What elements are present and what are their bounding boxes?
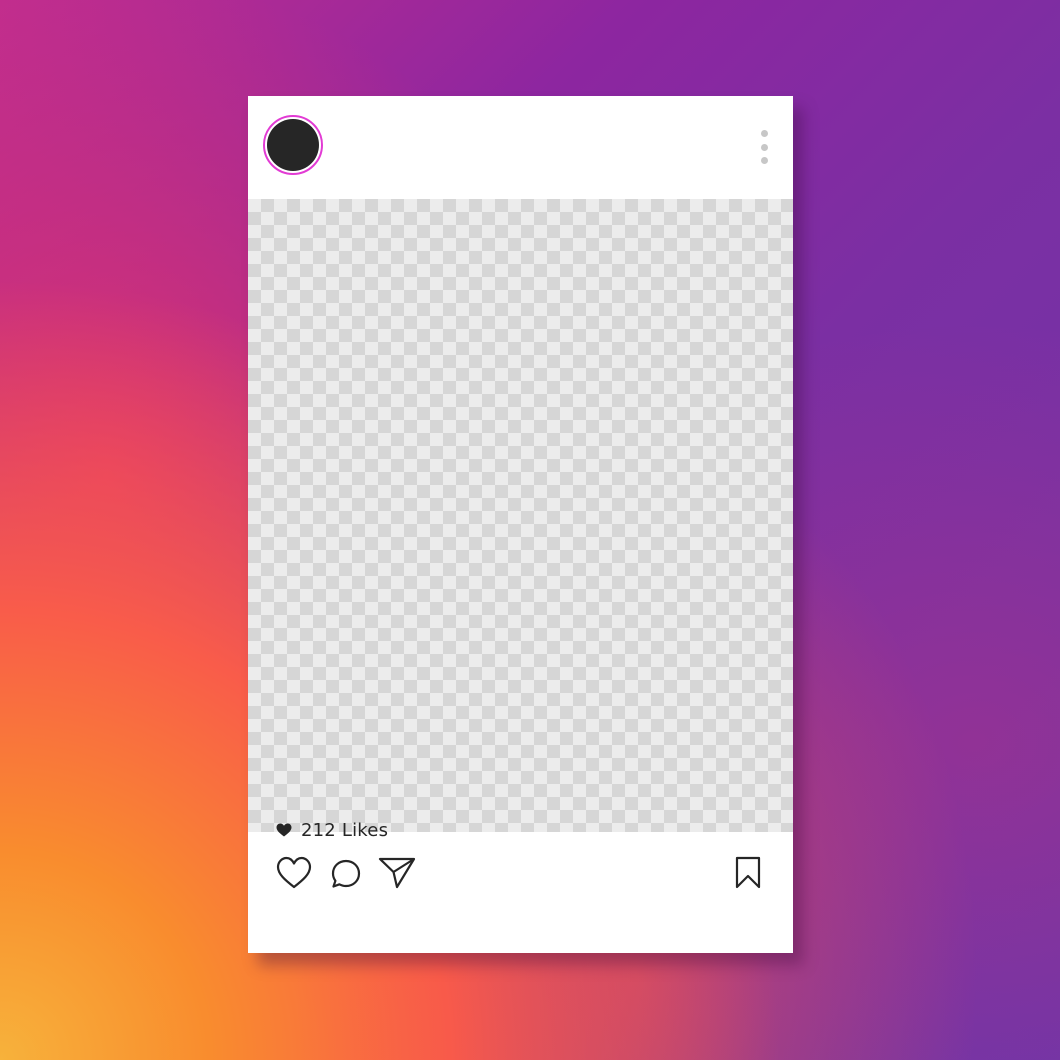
bookmark-icon[interactable] bbox=[734, 856, 762, 890]
post-card: 212 Likes bbox=[248, 96, 793, 953]
more-options-button[interactable] bbox=[754, 130, 774, 164]
more-dot-icon bbox=[760, 130, 768, 137]
post-image-placeholder[interactable] bbox=[248, 199, 793, 832]
paper-plane-icon[interactable] bbox=[378, 856, 416, 890]
likes-count[interactable]: 212 Likes bbox=[276, 818, 388, 842]
likes-label: 212 Likes bbox=[301, 819, 389, 841]
post-actions bbox=[248, 832, 793, 912]
more-dot-icon bbox=[760, 143, 768, 151]
heart-filled-icon bbox=[276, 823, 292, 837]
post-header bbox=[248, 96, 793, 199]
avatar-ring[interactable] bbox=[263, 115, 323, 175]
more-dot-icon bbox=[760, 157, 768, 164]
heart-icon[interactable] bbox=[276, 856, 312, 890]
comment-icon[interactable] bbox=[330, 858, 362, 890]
avatar[interactable] bbox=[267, 119, 319, 171]
